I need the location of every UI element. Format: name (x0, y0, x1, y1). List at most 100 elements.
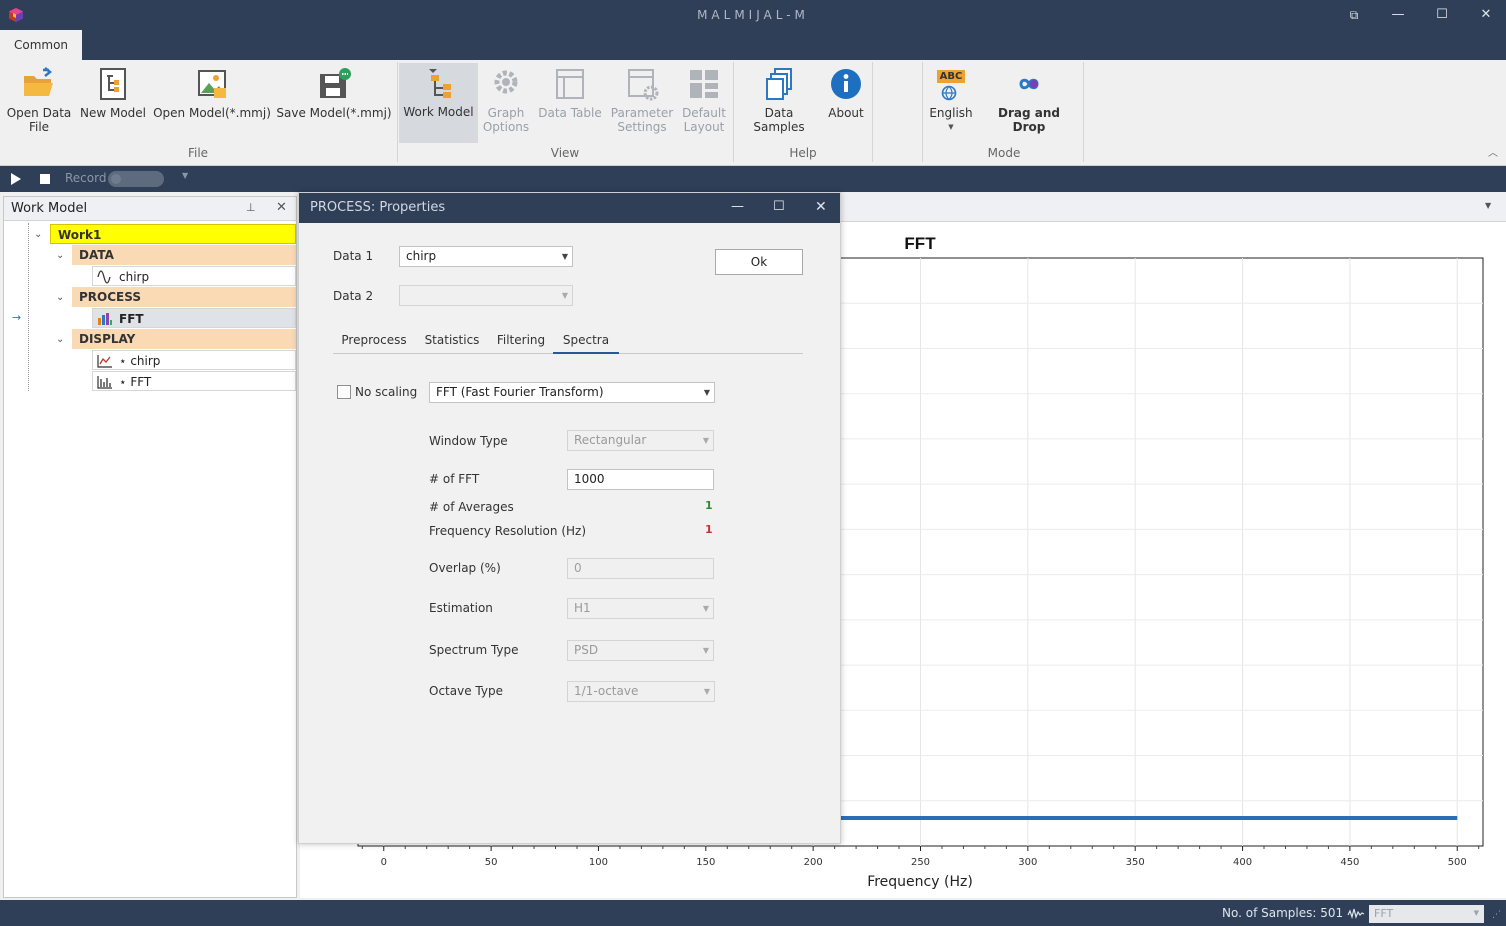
new-model-button[interactable]: New Model (78, 64, 148, 144)
new-model-icon (100, 68, 126, 100)
nfft-label: # of FFT (429, 472, 480, 486)
tree-group-display[interactable]: DISPLAY (72, 329, 296, 349)
tab-common[interactable]: Common (0, 30, 82, 60)
ribbon-group-mode: Mode (987, 146, 1021, 160)
default-layout-button[interactable]: Default Layout (678, 64, 730, 144)
no-scaling-checkbox[interactable] (337, 385, 351, 399)
tree-item-display-chirp[interactable]: ⋆ chirp (92, 350, 296, 370)
about-label: About (828, 106, 864, 120)
tree-group-process[interactable]: PROCESS (72, 287, 296, 307)
chevron-down-icon[interactable]: ⌄ (56, 334, 64, 345)
resize-grip-icon[interactable]: ⋰ (1492, 910, 1501, 920)
display-select[interactable]: FFT ▼ (1369, 905, 1484, 923)
parameter-settings-label-1: Parameter (610, 106, 674, 120)
spectrum-method-select[interactable]: FFT (Fast Fourier Transform) ▼ (429, 382, 715, 403)
language-icon: ABC (933, 66, 969, 102)
dialog-maximize-button[interactable]: ☐ (773, 199, 785, 214)
tree-group-data[interactable]: DATA (72, 245, 296, 265)
estimation-label: Estimation (429, 601, 493, 615)
work-model-button[interactable]: Work Model (399, 63, 478, 143)
dialog-title: PROCESS: Properties (310, 200, 446, 215)
stop-icon[interactable] (40, 174, 50, 184)
tree-item-label: ⋆ FFT (119, 375, 152, 389)
abc-badge: ABC (937, 70, 965, 83)
open-data-file-button[interactable]: Open Data File (4, 64, 74, 144)
ok-button[interactable]: Ok (715, 249, 803, 275)
data2-label: Data 2 (333, 289, 374, 303)
chevron-down-icon: ▼ (702, 646, 709, 655)
chevron-down-icon[interactable]: ⌄ (56, 250, 64, 261)
open-model-icon (198, 70, 226, 98)
data2-select[interactable]: ▼ (399, 285, 573, 306)
chevron-down-icon[interactable]: ▼ (1485, 201, 1491, 210)
window-type-select[interactable]: Rectangular ▼ (567, 430, 714, 451)
tab-spectra[interactable]: Spectra (553, 329, 619, 354)
parameter-settings-button[interactable]: Parameter Settings (608, 64, 676, 144)
ribbon-separator (1083, 62, 1084, 162)
tree-item-work1[interactable]: Work1 (50, 224, 296, 244)
nfft-input[interactable]: 1000 (567, 469, 714, 490)
chevron-down-icon[interactable]: ⌄ (34, 229, 42, 240)
ribbon-group-view: View (550, 146, 580, 160)
restore-layout-button[interactable]: ⧉ (1332, 0, 1376, 30)
estimation-value: H1 (574, 601, 591, 615)
freq-resolution-label: Frequency Resolution (Hz) (429, 524, 587, 538)
dialog-close-button[interactable]: ✕ (815, 199, 827, 215)
chevron-down-icon[interactable]: ⌄ (56, 292, 64, 303)
tree-item-display-fft[interactable]: ⋆ FFT (92, 371, 296, 391)
x-tick-label: 0 (381, 857, 387, 868)
document-tab-bar: ▼ (841, 192, 1506, 222)
tree-item-fft-process[interactable]: FFT (92, 308, 296, 328)
tab-statistics[interactable]: Statistics (417, 329, 487, 354)
spectrum-type-select[interactable]: PSD ▼ (567, 640, 714, 661)
freq-resolution-value: 1 (705, 523, 713, 536)
spectrum-type-value: PSD (574, 643, 599, 657)
bar-chart-icon (98, 313, 112, 325)
data-table-button[interactable]: Data Table (536, 64, 604, 144)
maximize-button[interactable]: ☐ (1420, 0, 1464, 30)
overlap-input[interactable]: 0 (567, 558, 714, 579)
work-model-title: Work Model (11, 201, 88, 216)
data-samples-button[interactable]: Data Samples (738, 64, 820, 144)
language-label: English (929, 106, 973, 120)
ribbon-separator (922, 62, 923, 162)
chevron-down-icon: ▼ (702, 604, 709, 613)
spectrum-icon (97, 376, 112, 389)
open-model-button[interactable]: Open Model(*.mmj) (152, 64, 272, 144)
chevron-down-icon[interactable]: ▼ (182, 171, 188, 180)
tab-preprocess[interactable]: Preprocess (333, 329, 415, 354)
language-dropdown[interactable]: ABC English ▼ (926, 64, 976, 144)
drag-and-drop-button[interactable]: Drag and Drop (980, 64, 1078, 144)
title-bar: MALMIJAL-M ⧉ — ☐ ✕ (0, 0, 1506, 30)
graph-options-button[interactable]: Graph Options (480, 64, 532, 144)
folder-open-icon (24, 67, 53, 96)
save-model-button[interactable]: Save Model(*.mmj) (276, 64, 392, 144)
pin-icon[interactable]: ⊥ (246, 201, 256, 214)
chevron-down-icon: ▼ (561, 291, 568, 300)
record-toolbar: Record ▼ (0, 166, 1506, 192)
x-tick-label: 250 (911, 857, 930, 868)
default-layout-label-1: Default (682, 106, 726, 120)
collapse-ribbon-icon[interactable]: ︿ (1488, 144, 1498, 159)
tree-item-chirp[interactable]: chirp (92, 266, 296, 286)
data1-select[interactable]: chirp ▼ (399, 246, 573, 267)
process-properties-dialog: PROCESS: Properties — ☐ ✕ Data 1 chirp ▼… (298, 192, 841, 844)
octave-type-label: Octave Type (429, 684, 503, 698)
tree-guide (28, 223, 29, 391)
active-arrow-icon: → (12, 311, 22, 324)
layout-icon (690, 70, 718, 98)
dialog-minimize-button[interactable]: — (731, 199, 744, 214)
estimation-select[interactable]: H1 ▼ (567, 598, 714, 619)
octave-type-select[interactable]: 1/1-octave ▼ (567, 681, 715, 702)
overlap-label: Overlap (%) (429, 561, 501, 575)
play-icon[interactable] (10, 173, 22, 185)
close-panel-icon[interactable]: ✕ (276, 200, 287, 215)
record-toggle[interactable] (108, 171, 164, 187)
info-icon (831, 69, 861, 99)
tab-filtering[interactable]: Filtering (489, 329, 553, 354)
close-button[interactable]: ✕ (1464, 0, 1506, 30)
about-button[interactable]: About (822, 64, 870, 144)
averages-label: # of Averages (429, 500, 514, 514)
chevron-down-icon: ▼ (948, 123, 954, 131)
minimize-button[interactable]: — (1376, 0, 1420, 30)
